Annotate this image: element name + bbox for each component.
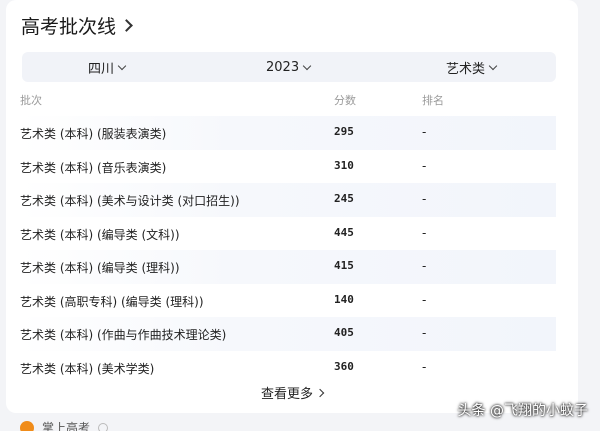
source-attribution[interactable]: 掌上高考: [20, 419, 109, 431]
see-more-label: 查看更多: [260, 387, 313, 402]
row-rank: -: [422, 259, 427, 273]
row-batch: 艺术类 (本科) (编导类 (文科)): [20, 227, 180, 242]
verified-icon: [98, 422, 109, 431]
table-row: 艺术类 (本科) (编导类 (文科)) 445 -: [20, 217, 556, 251]
row-batch: 艺术类 (本科) (美术与设计类 (对口招生)): [20, 194, 240, 208]
row-batch: 艺术类 (本科) (编导类 (理科)): [20, 261, 180, 275]
province-value: 四川: [88, 61, 115, 77]
source-logo-icon: [20, 420, 34, 431]
filter-bar: 四川 2023 艺术类: [22, 52, 556, 82]
table-row: 艺术类 (本科) (服装表演类) 295 -: [20, 116, 556, 150]
row-rank: -: [422, 192, 427, 206]
table-row: 艺术类 (本科) (音乐表演类) 310 -: [20, 150, 556, 184]
year-value: 2023: [266, 59, 300, 75]
header-batch: 批次: [20, 94, 42, 107]
header-score: 分数: [334, 94, 356, 107]
row-rank: -: [422, 292, 427, 307]
province-dropdown[interactable]: 四川: [88, 52, 127, 82]
table-body: 艺术类 (本科) (服装表演类) 295 - 艺术类 (本科) (音乐表演类) …: [20, 116, 556, 384]
chevron-down-icon: [302, 61, 312, 70]
header-rank: 排名: [422, 94, 444, 107]
row-batch: 艺术类 (本科) (作曲与作曲技术理论类): [20, 328, 227, 342]
chevron-right-icon: [315, 388, 325, 397]
row-score: 245: [334, 192, 354, 205]
table-row: 艺术类 (本科) (美术学类) 360 -: [20, 351, 556, 385]
card-title[interactable]: 高考批次线: [21, 12, 133, 39]
category-dropdown[interactable]: 艺术类: [446, 52, 498, 82]
chevron-right-icon: [120, 19, 133, 32]
row-rank: -: [422, 326, 427, 340]
row-rank: -: [422, 125, 427, 139]
row-score: 445: [334, 225, 354, 239]
row-batch: 艺术类 (本科) (美术学类): [20, 361, 155, 376]
category-value: 艺术类: [446, 61, 486, 77]
table-header: 批次 分数 排名: [20, 92, 556, 108]
table-row: 艺术类 (本科) (编导类 (理科)) 415 -: [20, 250, 556, 284]
row-score: 310: [334, 158, 354, 172]
score-card: 高考批次线 四川 2023 艺术类 批次 分数 排名 艺术类 (本科) (服装表…: [6, 0, 578, 413]
row-score: 140: [334, 292, 354, 306]
source-name: 掌上高考: [42, 421, 91, 431]
row-batch: 艺术类 (本科) (音乐表演类): [20, 160, 167, 175]
table-row: 艺术类 (本科) (作曲与作曲技术理论类) 405 -: [20, 317, 556, 351]
row-rank: -: [422, 225, 427, 240]
row-score: 405: [334, 326, 354, 339]
watermark: 头条 @飞翔的小蚊子: [457, 403, 588, 419]
chevron-down-icon: [488, 61, 498, 70]
table-row: 艺术类 (高职专科) (编导类 (理科)) 140 -: [20, 284, 556, 318]
row-rank: -: [422, 359, 427, 374]
row-score: 360: [334, 359, 354, 373]
row-rank: -: [422, 158, 427, 173]
table-row: 艺术类 (本科) (美术与设计类 (对口招生)) 245 -: [20, 183, 556, 217]
row-batch: 艺术类 (本科) (服装表演类): [20, 127, 167, 141]
row-score: 415: [334, 259, 354, 272]
row-score: 295: [334, 125, 354, 138]
chevron-down-icon: [117, 61, 127, 70]
card-title-text: 高考批次线: [21, 16, 117, 38]
year-dropdown[interactable]: 2023: [266, 52, 312, 82]
row-batch: 艺术类 (高职专科) (编导类 (理科)): [20, 294, 204, 309]
